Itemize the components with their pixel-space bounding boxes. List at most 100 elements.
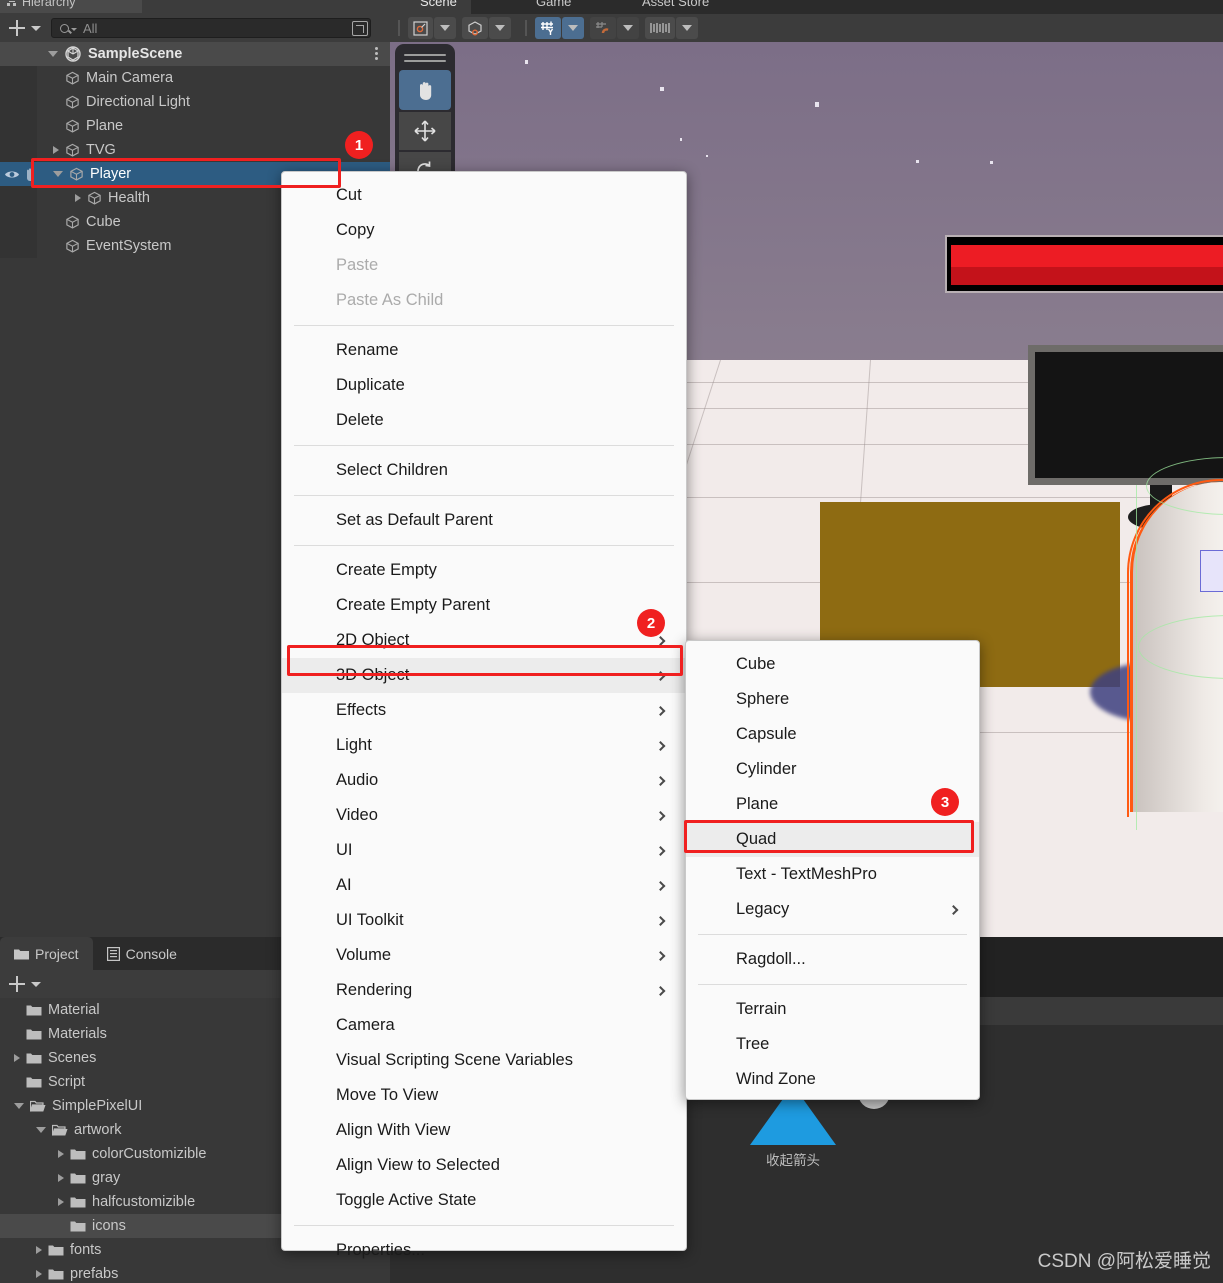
project-item-material[interactable]: Material <box>0 998 290 1022</box>
tab-console[interactable]: Console <box>93 937 191 970</box>
grid-snap-toggle-button[interactable] <box>535 17 561 39</box>
chevron-right-icon[interactable] <box>58 1150 64 1158</box>
menu-item-create-empty[interactable]: Create Empty <box>282 553 686 588</box>
hierarchy-item-directional-light[interactable]: Directional Light <box>0 90 390 114</box>
menu-item-move-to-view[interactable]: Move To View <box>282 1078 686 1113</box>
menu-item-audio[interactable]: Audio <box>282 763 686 798</box>
local-global-dropdown[interactable] <box>489 17 511 39</box>
menu-item-quad[interactable]: Quad <box>686 822 979 857</box>
menu-item-volume[interactable]: Volume <box>282 938 686 973</box>
visibility-eye-icon[interactable] <box>4 169 20 180</box>
tab-game[interactable]: Game <box>506 0 585 14</box>
project-item-halfcustomizible[interactable]: halfcustomizible <box>0 1190 290 1214</box>
menu-item-ui-toolkit[interactable]: UI Toolkit <box>282 903 686 938</box>
hierarchy-search-input[interactable]: All <box>51 18 371 38</box>
pivot-toggle-button[interactable] <box>408 17 433 39</box>
project-item-scenes[interactable]: Scenes <box>0 1046 290 1070</box>
scene-options-icon[interactable] <box>375 47 378 61</box>
chevron-down-icon[interactable] <box>31 26 41 31</box>
chevron-down-icon[interactable] <box>36 1127 46 1133</box>
menu-item-sphere[interactable]: Sphere <box>686 682 979 717</box>
hierarchy-scene-row[interactable]: SampleScene <box>0 42 390 66</box>
tab-scene[interactable]: Scene <box>390 0 471 14</box>
menu-item-create-empty-parent[interactable]: Create Empty Parent <box>282 588 686 623</box>
tab-hierarchy[interactable]: Hierarchy <box>0 0 142 13</box>
local-global-toggle-button[interactable] <box>462 17 488 39</box>
move-tool-button[interactable] <box>399 112 451 150</box>
add-gameobject-button[interactable] <box>6 17 28 39</box>
context-menu[interactable]: CutCopyPastePaste As ChildRenameDuplicat… <box>281 171 687 1251</box>
menu-item-properties[interactable]: Properties... <box>282 1233 686 1268</box>
magnet-snap-dropdown[interactable] <box>617 17 639 39</box>
chevron-right-icon[interactable] <box>36 1270 42 1278</box>
menu-item-terrain[interactable]: Terrain <box>686 992 979 1027</box>
chevron-right-icon[interactable] <box>58 1198 64 1206</box>
chevron-down-icon[interactable] <box>14 1103 24 1109</box>
chevron-right-icon[interactable] <box>53 146 59 154</box>
chevron-down-icon[interactable] <box>71 28 77 31</box>
chevron-down-icon[interactable] <box>53 171 63 177</box>
chevron-down-icon[interactable] <box>31 982 41 987</box>
chevron-down-icon[interactable] <box>48 51 58 57</box>
chevron-right-icon[interactable] <box>58 1174 64 1182</box>
increment-snap-dropdown[interactable] <box>676 17 698 39</box>
hierarchy-item-tvg[interactable]: TVG <box>0 138 390 162</box>
tab-asset-store[interactable]: Asset Store <box>612 0 723 14</box>
menu-item-legacy[interactable]: Legacy <box>686 892 979 927</box>
menu-item-delete[interactable]: Delete <box>282 403 686 438</box>
project-item-gray[interactable]: gray <box>0 1166 290 1190</box>
menu-item-video[interactable]: Video <box>282 798 686 833</box>
project-item-materials[interactable]: Materials <box>0 1022 290 1046</box>
menu-item-duplicate[interactable]: Duplicate <box>282 368 686 403</box>
project-item-colorcustomizible[interactable]: colorCustomizible <box>0 1142 290 1166</box>
chevron-right-icon[interactable] <box>14 1054 20 1062</box>
menu-item-cube[interactable]: Cube <box>686 647 979 682</box>
project-item-icons[interactable]: icons <box>0 1214 290 1238</box>
project-item-prefabs[interactable]: prefabs <box>0 1262 290 1283</box>
chevron-right-icon[interactable] <box>75 194 81 202</box>
menu-item-rendering[interactable]: Rendering <box>282 973 686 1008</box>
menu-item-ai[interactable]: AI <box>282 868 686 903</box>
hand-tool-button[interactable] <box>399 70 451 110</box>
menu-item-ragdoll[interactable]: Ragdoll... <box>686 942 979 977</box>
project-item-fonts[interactable]: fonts <box>0 1238 290 1262</box>
menu-item-cylinder[interactable]: Cylinder <box>686 752 979 787</box>
menu-item-light[interactable]: Light <box>282 728 686 763</box>
menu-item-copy[interactable]: Copy <box>282 213 686 248</box>
pivot-dropdown[interactable] <box>434 17 456 39</box>
menu-item-wind-zone[interactable]: Wind Zone <box>686 1062 979 1097</box>
project-item-script[interactable]: Script <box>0 1070 290 1094</box>
menu-item-align-with-view[interactable]: Align With View <box>282 1113 686 1148</box>
menu-item-rename[interactable]: Rename <box>282 333 686 368</box>
hierarchy-item-plane[interactable]: Plane <box>0 114 390 138</box>
menu-item-effects[interactable]: Effects <box>282 693 686 728</box>
tab-project[interactable]: Project <box>0 937 93 970</box>
increment-snap-button[interactable] <box>645 17 675 39</box>
menu-item-3d-object[interactable]: 3D Object <box>282 658 686 693</box>
open-in-new-window-icon[interactable] <box>352 21 368 36</box>
menu-item-visual-scripting-scene-variables[interactable]: Visual Scripting Scene Variables <box>282 1043 686 1078</box>
submenu-3d-object[interactable]: CubeSphereCapsuleCylinderPlaneQuadText -… <box>685 640 980 1100</box>
menu-item-camera[interactable]: Camera <box>282 1008 686 1043</box>
create-asset-button[interactable] <box>6 973 28 995</box>
menu-item-capsule[interactable]: Capsule <box>686 717 979 752</box>
menu-item-select-children[interactable]: Select Children <box>282 453 686 488</box>
menu-item-tree[interactable]: Tree <box>686 1027 979 1062</box>
pickability-hand-icon[interactable] <box>24 167 36 181</box>
chevron-right-icon[interactable] <box>36 1246 42 1254</box>
magnet-snap-toggle-button[interactable] <box>590 17 616 39</box>
grid-snap-dropdown[interactable] <box>562 17 584 39</box>
project-item-artwork[interactable]: artwork <box>0 1118 290 1142</box>
menu-item-ui[interactable]: UI <box>282 833 686 868</box>
project-item-simplepixelui[interactable]: SimplePixelUI <box>0 1094 290 1118</box>
menu-item-2d-object[interactable]: 2D Object <box>282 623 686 658</box>
menu-item-toggle-active-state[interactable]: Toggle Active State <box>282 1183 686 1218</box>
hierarchy-item-main-camera[interactable]: Main Camera <box>0 66 390 90</box>
menu-item-align-view-to-selected[interactable]: Align View to Selected <box>282 1148 686 1183</box>
drag-handle[interactable] <box>404 60 446 62</box>
menu-item-cut[interactable]: Cut <box>282 178 686 213</box>
drag-handle[interactable] <box>404 54 446 56</box>
menu-item-text-textmeshpro[interactable]: Text - TextMeshPro <box>686 857 979 892</box>
tv-object[interactable] <box>945 235 1223 293</box>
menu-item-set-as-default-parent[interactable]: Set as Default Parent <box>282 503 686 538</box>
